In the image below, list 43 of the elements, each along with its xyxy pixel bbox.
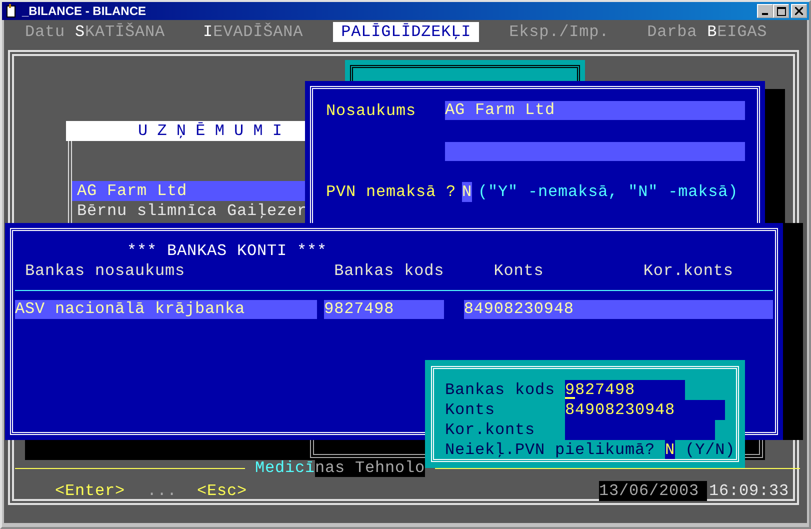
list-item[interactable]: Bērnu slimnīca Gaiļezer [72, 201, 306, 221]
time-text: 16:09:33 [709, 481, 790, 501]
field-label: Konts [445, 400, 496, 420]
app-icon [4, 4, 18, 18]
input-field[interactable]: 84908230948 [565, 400, 725, 420]
hint-text: ("Y" -nemaksā, "N" -maksā) [478, 182, 738, 202]
close-button[interactable] [791, 4, 807, 18]
list-title: U Z Ņ Ē M U M I [66, 121, 306, 141]
field-label: Kor.konts [445, 420, 536, 440]
maximize-icon [776, 6, 786, 16]
column-header: Bankas nosaukums [25, 261, 186, 281]
table-cell: 84908230948 [464, 300, 773, 319]
input-field[interactable]: AG Farm Ltd [445, 101, 745, 120]
input-field[interactable]: 9827498 [565, 380, 685, 400]
hint-text: (Y/N) [685, 440, 736, 460]
column-header: Bankas kods [334, 261, 446, 281]
field-label: Bankas kods [445, 380, 556, 400]
field-label: PVN nemaksā ? [326, 182, 456, 202]
list-item[interactable]: AG Farm Ltd [72, 181, 306, 201]
field-label: Nosaukums [326, 101, 418, 121]
minimize-button[interactable] [757, 4, 773, 18]
table-cell: ASV nacionālā krājbanka [15, 300, 318, 319]
date-text: 13/06/2003 [599, 481, 707, 501]
menu-item[interactable]: PALĪGLĪDZEKĻI [333, 22, 480, 42]
input-field[interactable] [565, 420, 715, 440]
table-cell: 9827498 [324, 300, 444, 319]
menu-item[interactable]: Darba BEIGAS [639, 22, 776, 42]
column-header: Kor.konts [643, 261, 734, 281]
window-title: _BILANCE - BILANCE [22, 4, 148, 18]
close-icon [795, 7, 803, 15]
input-field[interactable]: N [665, 440, 676, 460]
column-header: Konts [494, 261, 545, 281]
company-name: Medicīnas Tehnolo [255, 458, 426, 478]
menu-item[interactable]: Datu SKATĪŠANA [17, 22, 174, 42]
key-hint: <Enter> [55, 481, 126, 501]
window-title: *** BANKAS KONTI *** [127, 241, 328, 261]
field-label: Neiekļ.PVN pielikumā? [445, 440, 656, 460]
maximize-button[interactable] [773, 4, 789, 18]
key-hint: <Esc> [197, 481, 248, 501]
input-field[interactable]: N [462, 182, 472, 202]
menu-item[interactable]: IEVADĪŠANA [195, 22, 312, 42]
ellipsis-text: ... [147, 481, 178, 501]
input-field[interactable] [445, 142, 745, 161]
